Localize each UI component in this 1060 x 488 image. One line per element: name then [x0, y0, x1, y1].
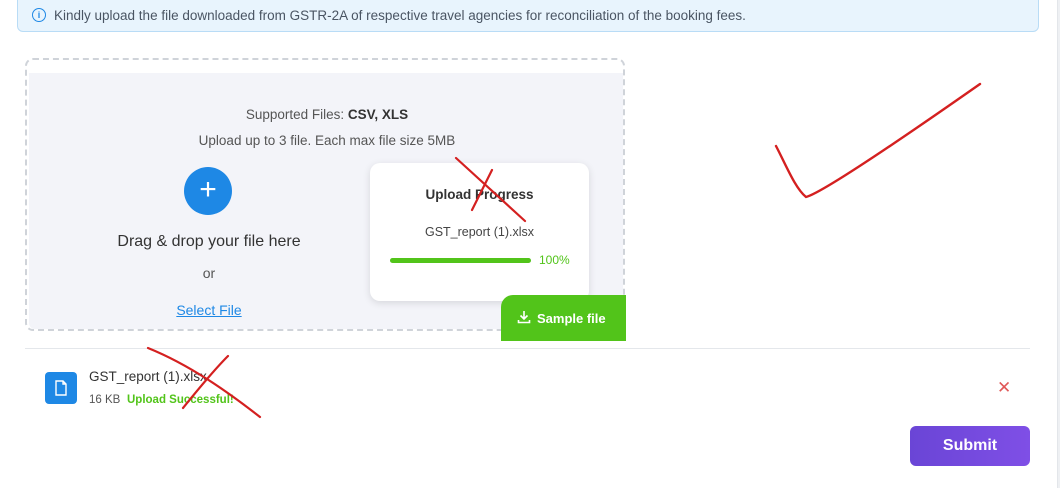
- upload-progress-bar: [390, 258, 531, 263]
- upload-progress-fill: [390, 258, 531, 263]
- submit-button[interactable]: Submit: [910, 426, 1030, 466]
- upload-panel: i Kindly upload the file downloaded from…: [0, 0, 1058, 488]
- file-dropzone[interactable]: Supported Files: CSV, XLS Upload up to 3…: [25, 58, 626, 341]
- info-banner: i Kindly upload the file downloaded from…: [17, 0, 1039, 32]
- divider: [25, 348, 1030, 349]
- upload-status: Upload Successful!: [127, 394, 234, 406]
- uploaded-file-size: 16 KB: [89, 394, 121, 406]
- drag-drop-text: Drag & drop your file here: [117, 233, 301, 250]
- download-icon: [517, 310, 531, 327]
- select-file-link[interactable]: Select File: [89, 302, 329, 318]
- document-icon: [45, 372, 77, 404]
- info-icon: i: [32, 8, 46, 22]
- uploaded-file-name: GST_report (1).xlsx: [89, 369, 207, 384]
- upload-progress-filename: GST_report (1).xlsx: [424, 225, 535, 239]
- plus-icon[interactable]: +: [184, 167, 232, 215]
- file-limit-text: Upload up to 3 file. Each max file size …: [198, 133, 456, 148]
- upload-progress-percent: 100%: [539, 253, 570, 267]
- info-banner-text: Kindly upload the file downloaded from G…: [54, 7, 746, 23]
- supported-files-text: Supported Files: CSV, XLS: [245, 107, 409, 122]
- sample-file-label: Sample file: [537, 310, 606, 326]
- supported-file-types: CSV, XLS: [347, 107, 409, 122]
- close-icon[interactable]: ✕: [997, 378, 1011, 398]
- or-text: or: [202, 265, 216, 281]
- sample-file-button[interactable]: Sample file: [501, 295, 626, 341]
- dropzone-area: Supported Files: CSV, XLS Upload up to 3…: [29, 73, 626, 341]
- upload-progress-card: Upload Progress GST_report (1).xlsx 100%: [370, 163, 589, 301]
- upload-progress-title: Upload Progress: [425, 187, 534, 202]
